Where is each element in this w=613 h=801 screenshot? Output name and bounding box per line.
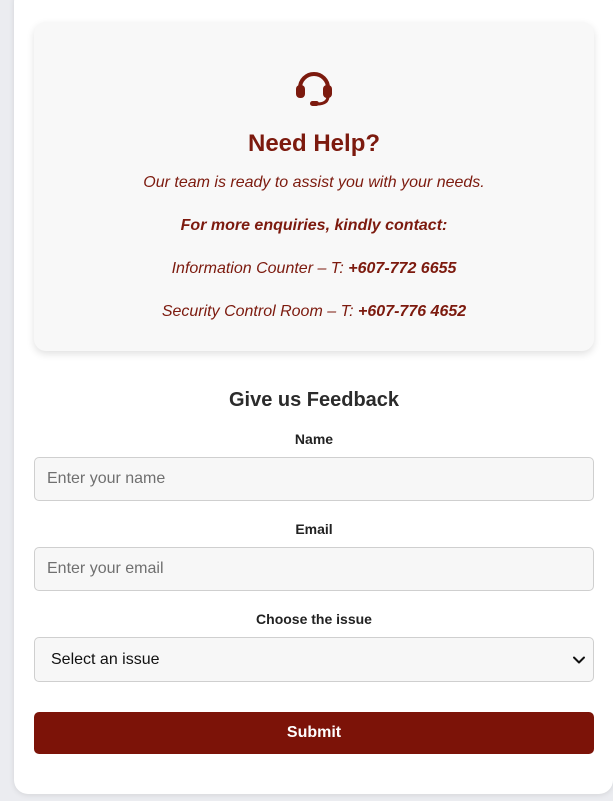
contact-security-control-room: Security Control Room – T: +607-776 4652 xyxy=(34,303,594,321)
help-panel: Need Help? Our team is ready to assist y… xyxy=(34,22,594,351)
email-input[interactable] xyxy=(34,547,594,591)
page: Need Help? Our team is ready to assist y… xyxy=(0,0,613,801)
contact-phone-number: +607-772 6655 xyxy=(348,260,457,277)
chevron-down-icon xyxy=(573,656,585,664)
feedback-title: Give us Feedback xyxy=(228,389,400,411)
contact-phone-number: +607-776 4652 xyxy=(358,303,467,320)
contact-label: Security Control Room – T: xyxy=(161,303,359,320)
name-label: Name xyxy=(294,431,334,447)
help-subtitle: Our team is ready to assist you with you… xyxy=(143,174,485,191)
contact-label: Information Counter – T: xyxy=(171,260,349,277)
name-input[interactable] xyxy=(34,457,594,501)
email-label: Email xyxy=(295,521,333,537)
headset-icon xyxy=(296,72,332,106)
contact-information-counter: Information Counter – T: +607-772 6655 xyxy=(34,260,594,278)
issue-select-value: Select an issue xyxy=(51,651,160,668)
submit-button[interactable]: Submit xyxy=(34,712,594,754)
help-enquiries-heading: For more enquiries, kindly contact: xyxy=(180,217,448,234)
issue-label: Choose the issue xyxy=(256,611,372,627)
issue-select[interactable]: Select an issue xyxy=(34,637,594,682)
help-title: Need Help? xyxy=(247,130,381,157)
